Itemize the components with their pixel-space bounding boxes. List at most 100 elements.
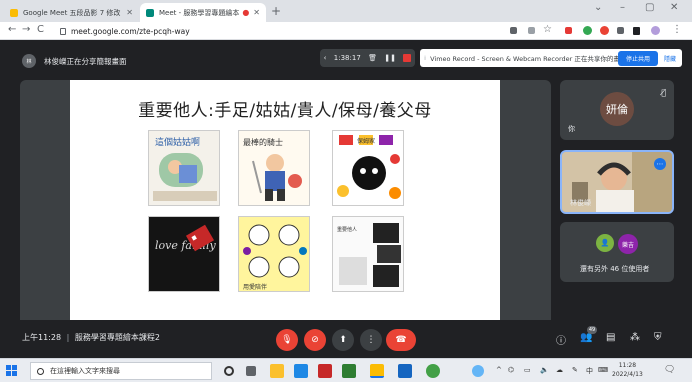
close-tab-icon[interactable]: ✕ <box>126 8 133 17</box>
notifications-icon[interactable]: 🗨 <box>664 365 675 375</box>
cortana-icon[interactable] <box>224 366 234 376</box>
book-cover-illustration: love family <box>155 224 216 252</box>
meeting-time: 上午11:28 <box>22 333 62 342</box>
host-controls-icon[interactable]: ⛨ <box>654 332 662 343</box>
slide-card: love family <box>148 216 220 292</box>
search-placeholder: 在這裡輸入文字來搜尋 <box>50 367 120 375</box>
mic-toggle-button[interactable]: 🎙 <box>276 329 298 351</box>
close-tab-icon[interactable]: ✕ <box>253 8 260 17</box>
url-text: meet.google.com/zte-pcqh-way <box>71 26 190 36</box>
maximize-icon[interactable]: ▢ <box>645 2 654 13</box>
more-options-button[interactable]: ⋮ <box>360 329 382 351</box>
file-explorer-icon[interactable] <box>270 364 284 378</box>
meeting-details: 上午11:28 | 服務學習專題繪本課程2 <box>22 332 160 343</box>
lock-icon <box>60 27 66 35</box>
speaker-icon[interactable]: 🔈 <box>540 366 549 374</box>
app-icon[interactable] <box>318 364 332 378</box>
trash-icon[interactable]: 🗑 <box>368 54 377 62</box>
word-icon[interactable] <box>398 364 412 378</box>
extensions-puzzle-icon[interactable] <box>617 27 624 34</box>
system-clock[interactable]: 11:28 2022/4/13 <box>612 361 643 379</box>
card-caption: 這個姑姑啊 <box>155 136 200 148</box>
chrome-icon[interactable] <box>370 364 384 378</box>
shared-slide: 重要他人:手足/姑姑/貴人/保母/養父母 這個姑姑啊 最棒的騎士 保姆家 lov… <box>70 80 500 358</box>
book-cover-illustration: 重要他人 <box>337 223 401 287</box>
participant-tile-self[interactable]: 妍倫 🎙̸ 你 <box>560 80 674 140</box>
slide-card: 用愛陪伴 <box>238 216 310 292</box>
card-caption: 重要他人 <box>337 226 357 233</box>
pause-icon[interactable]: ❚❚ <box>384 54 396 62</box>
new-tab-icon[interactable]: + <box>271 4 281 18</box>
screen-share-notice: ⁞ Vimeo Record - Screen & Webcam Recorde… <box>420 49 682 67</box>
pen-icon[interactable]: ✎ <box>572 366 578 374</box>
participant-tile-video[interactable]: ⋯ 林俊嶸 <box>560 150 674 214</box>
browser-tab[interactable]: Google Meet 五段品影 7 修改 n ✕ <box>4 3 139 22</box>
book-cover-illustration: 這個姑姑啊 <box>153 136 217 201</box>
minimize-icon[interactable]: ⌄ <box>594 2 602 13</box>
share-icon[interactable] <box>528 27 535 34</box>
stop-sharing-button[interactable]: 停止共用 <box>617 50 658 66</box>
present-screen-icon: ⬆ <box>339 335 347 345</box>
slide-card: 這個姑姑啊 <box>148 130 220 206</box>
card-caption: 最棒的騎士 <box>243 137 283 147</box>
present-button[interactable]: ⬆ <box>332 329 354 351</box>
more-menu-icon[interactable]: ⋮ <box>672 24 682 35</box>
hide-button[interactable]: 隱藏 <box>664 54 676 63</box>
taskbar-search[interactable]: 在這裡輸入文字來搜尋 <box>30 362 212 380</box>
sidepanel-icon[interactable] <box>633 27 640 35</box>
meeting-info-icon[interactable]: ⓘ <box>556 332 566 347</box>
stop-recording-button[interactable] <box>403 54 412 62</box>
search-icon <box>37 367 44 375</box>
task-view-icon[interactable] <box>246 366 256 376</box>
separator: | <box>66 333 70 342</box>
keyboard-icon[interactable]: ⌨ <box>598 366 608 374</box>
onedrive-icon[interactable]: ☁ <box>556 366 563 374</box>
tab-title: Google Meet 五段品影 7 修改 n <box>23 8 123 17</box>
more-options-icon[interactable]: ⋯ <box>654 158 666 170</box>
others-tile[interactable]: 👤 樂吉 還有另外 46 位使用者 <box>560 222 674 282</box>
slide-card: 重要他人 <box>332 216 404 292</box>
profile-avatar[interactable] <box>651 26 660 35</box>
extension-icon[interactable] <box>565 27 572 34</box>
collapse-icon[interactable]: ‹ <box>324 54 327 62</box>
activities-icon[interactable]: ⁂ <box>630 332 640 343</box>
network-icon[interactable]: ⌬ <box>508 366 514 374</box>
extension-icon[interactable] <box>583 26 592 35</box>
presenter-banner-text: 林俊嶸正在分享簡報畫面 <box>44 56 127 66</box>
camera-off-icon: ⊘ <box>311 335 319 345</box>
clock-time: 11:28 <box>618 362 637 369</box>
browser-tab-active[interactable]: Meet - 服務學習專題繪本 ... ● ✕ <box>140 3 266 22</box>
leave-call-button[interactable]: ☎ <box>386 329 416 351</box>
recording-timer: 1:38:17 <box>333 54 361 62</box>
more-vert-icon: ⋮ <box>366 335 376 345</box>
minimize-window-icon[interactable]: – <box>620 2 625 13</box>
back-icon[interactable]: ← <box>8 24 16 35</box>
book-cover-illustration: 最棒的騎士 <box>243 137 302 201</box>
camera-icon[interactable] <box>510 27 517 34</box>
ime-indicator[interactable]: 中 <box>586 366 593 376</box>
start-button[interactable] <box>6 365 18 377</box>
drag-handle-icon[interactable]: ⁞ <box>424 54 426 62</box>
reload-icon[interactable]: C <box>37 24 44 35</box>
recording-indicator-icon: ● <box>242 8 250 17</box>
url-field[interactable]: meet.google.com/zte-pcqh-way <box>60 25 480 37</box>
weather-icon[interactable] <box>472 365 484 377</box>
battery-icon[interactable]: ▭ <box>524 366 531 374</box>
tray-chevron-icon[interactable]: ^ <box>496 366 502 374</box>
extension-icon[interactable] <box>600 26 609 35</box>
card-caption: 保姆家 <box>357 137 375 145</box>
excel-icon[interactable] <box>342 364 356 378</box>
line-icon[interactable] <box>426 364 440 378</box>
edge-icon[interactable] <box>294 364 308 378</box>
participant-count-badge: 49 <box>587 326 597 334</box>
hang-up-icon: ☎ <box>395 335 407 345</box>
forward-icon[interactable]: → <box>22 24 30 35</box>
close-window-icon[interactable]: ✕ <box>670 2 678 13</box>
address-bar: ← → C meet.google.com/zte-pcqh-way ☆ ⋮ <box>0 22 692 40</box>
star-icon[interactable]: ☆ <box>543 24 552 35</box>
chat-icon[interactable]: ▤ <box>606 332 615 343</box>
participant-name: 你 <box>568 125 575 133</box>
card-caption: 用愛陪伴 <box>243 283 267 291</box>
tab-title: Meet - 服務學習專題繪本 ... <box>159 8 240 17</box>
camera-toggle-button[interactable]: ⊘ <box>304 329 326 351</box>
